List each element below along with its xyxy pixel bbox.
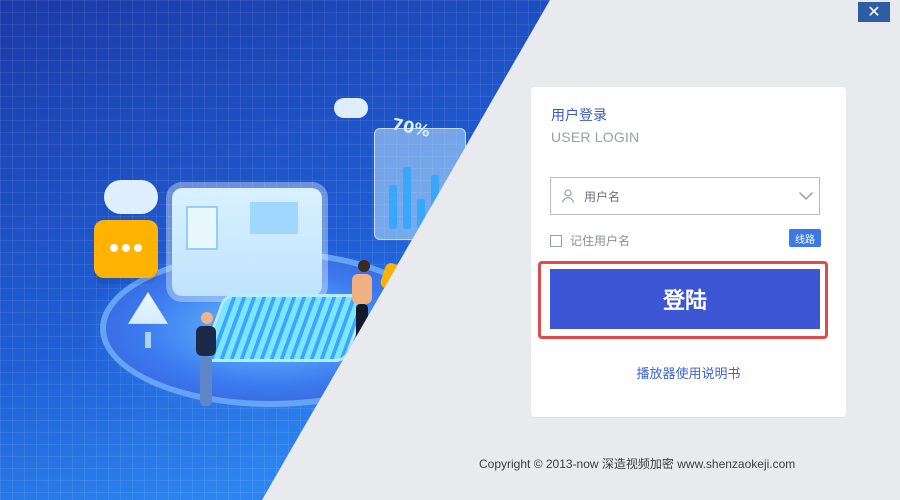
player-manual-link[interactable]: 播放器使用说明书 xyxy=(531,363,846,382)
person-legs xyxy=(200,356,212,406)
cloud-1 xyxy=(104,180,158,214)
chat-dot xyxy=(122,244,130,252)
chat-bubble-icon xyxy=(94,220,158,278)
copyright: Copyright © 2013-now 深造视频加密 www.shenzaok… xyxy=(479,457,796,471)
chart-bar xyxy=(389,185,397,229)
person-graphic xyxy=(194,312,216,408)
user-icon xyxy=(561,189,575,203)
login-page: 70% ✕ 用户登录 USER LOGIN 用户名 记住用户名 线路 登陆 播放… xyxy=(0,0,900,500)
monitor-graphic xyxy=(172,188,322,296)
login-title: 用户登录 xyxy=(551,108,607,124)
chart-card-graphic xyxy=(374,128,466,240)
keyboard-graphic xyxy=(199,294,371,362)
person-head xyxy=(201,312,213,324)
remember-username[interactable]: 记住用户名 xyxy=(550,232,630,249)
login-button[interactable]: 登陆 xyxy=(550,269,820,329)
login-card: 用户登录 USER LOGIN 用户名 记住用户名 线路 登陆 播放器使用说明书 xyxy=(531,87,846,417)
person-graphic xyxy=(350,260,374,358)
monitor-panel xyxy=(186,206,218,250)
phone-graphic xyxy=(379,261,431,301)
person-body xyxy=(196,326,216,356)
login-subtitle: USER LOGIN xyxy=(551,129,640,145)
remember-checkbox[interactable] xyxy=(550,234,562,247)
person-head xyxy=(358,260,370,272)
tree-trunk xyxy=(145,332,151,348)
chat-dot xyxy=(110,244,118,252)
username-field[interactable]: 用户名 xyxy=(550,177,820,215)
chart-bar xyxy=(403,167,411,229)
close-button[interactable]: ✕ xyxy=(858,2,890,22)
line-button[interactable]: 线路 xyxy=(789,229,821,247)
chevron-down-icon[interactable] xyxy=(799,191,813,201)
person-legs xyxy=(356,304,368,354)
person-body xyxy=(352,274,372,304)
chart-bar xyxy=(417,199,425,229)
close-icon: ✕ xyxy=(867,2,881,21)
cloud-2 xyxy=(334,98,368,118)
monitor-panel xyxy=(250,202,298,234)
chat-dot xyxy=(134,244,142,252)
remember-label: 记住用户名 xyxy=(570,234,631,248)
chart-bar xyxy=(431,175,439,229)
chart-bar xyxy=(445,193,453,229)
username-placeholder: 用户名 xyxy=(584,190,621,204)
